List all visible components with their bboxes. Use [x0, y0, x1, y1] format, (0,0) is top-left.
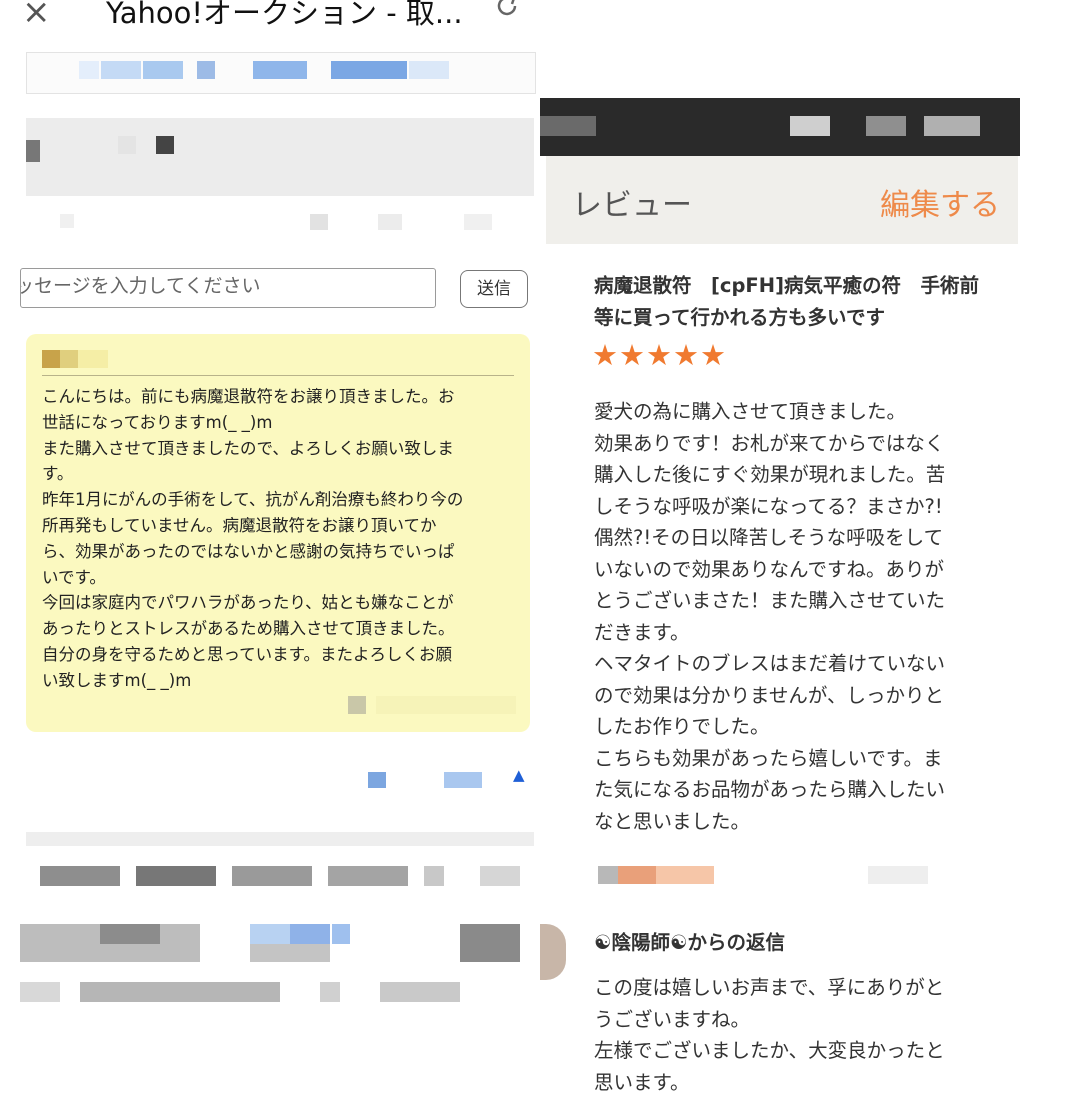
info-line-pixelated	[26, 210, 526, 232]
reply-title: ☯陰陽師☯からの返信	[594, 931, 785, 954]
star-rating: ★★★★★	[592, 338, 727, 372]
section-divider	[26, 832, 534, 846]
review-meta-pixelated	[598, 866, 990, 886]
bubble-divider	[42, 375, 514, 376]
review-body: 愛犬の為に購入させて頂きました。 効果ありです！お札が来てからではなく 購入した…	[594, 400, 946, 833]
review-product-title: 病魔退散符 [cpFH]病気平癒の符 手術前等に買って行かれる方も多いです	[594, 274, 979, 329]
pager-pixelated	[360, 770, 510, 790]
page-title: Yahoo!オークション - 取...	[106, 0, 463, 30]
reload-icon[interactable]	[494, 0, 520, 20]
left-panel: × Yahoo!オークション - 取... ッセージを入力してください 送信 こ…	[0, 0, 540, 1080]
close-icon[interactable]: ×	[22, 0, 51, 32]
message-text: こんにちは。前にも病魔退散符をお譲り頂きました。お 世話になっておりますm(_ …	[42, 387, 464, 690]
review-heading: レビュー	[572, 188, 692, 223]
edit-button[interactable]: 編集する	[880, 180, 1000, 224]
avatar	[540, 924, 566, 980]
app-top-bar-pixelated	[540, 98, 1020, 156]
message-input-placeholder: ッセージを入力してください	[20, 275, 261, 297]
scroll-top-icon[interactable]: ▲	[513, 766, 525, 784]
reply-body: この度は嬉しいお声まで、孚にありがと うございますね。 左様でございましたか、大…	[594, 976, 945, 1094]
send-button[interactable]: 送信	[460, 270, 528, 308]
user-header-pixelated	[26, 118, 534, 196]
footer-pixelated	[20, 866, 530, 1026]
message-input[interactable]: ッセージを入力してください	[20, 268, 436, 308]
url-bar-pixelated	[26, 52, 536, 94]
